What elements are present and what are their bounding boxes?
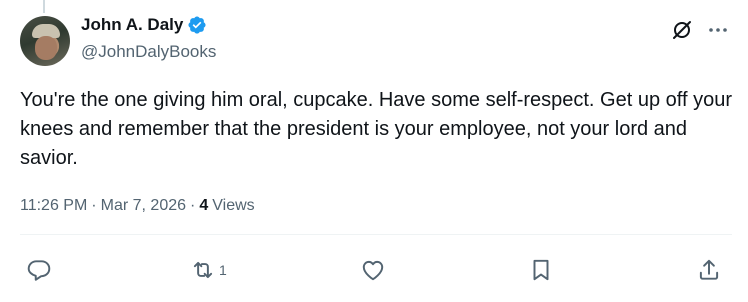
bookmark-icon (528, 257, 554, 283)
author-handle[interactable]: @JohnDalyBooks (81, 42, 216, 62)
tweet-date[interactable]: Mar 7, 2026 (101, 197, 186, 215)
tweet-text: You're the one giving him oral, cupcake.… (20, 89, 732, 169)
repost-icon (190, 257, 216, 283)
more-options-icon[interactable] (706, 18, 730, 42)
meta-separator: · (91, 197, 97, 214)
verified-badge-icon[interactable] (187, 15, 207, 35)
reply-icon (26, 257, 52, 283)
thread-connector-line (43, 0, 45, 13)
views-count[interactable]: 4 (199, 197, 208, 215)
tweet-meta: 11:26 PM · Mar 7, 2026 · 4 Views (20, 197, 255, 215)
like-button[interactable] (360, 257, 386, 283)
author-name-row: John A. Daly (81, 15, 207, 35)
repost-button[interactable]: 1 (190, 257, 227, 283)
views-label[interactable]: Views (212, 197, 254, 215)
avatar[interactable] (20, 16, 70, 66)
tweet-time[interactable]: 11:26 PM (20, 197, 87, 215)
repost-count: 1 (219, 262, 227, 278)
action-bar: 1 (20, 257, 732, 285)
author-display-name[interactable]: John A. Daly (81, 15, 183, 35)
share-icon (696, 257, 722, 283)
heart-icon (360, 257, 386, 283)
reply-button[interactable] (26, 257, 52, 283)
avatar-face (35, 36, 57, 60)
grok-icon[interactable] (670, 18, 694, 42)
meta-separator: · (190, 197, 196, 214)
bookmark-button[interactable] (528, 257, 554, 283)
divider (20, 234, 732, 235)
share-button[interactable] (696, 257, 722, 283)
